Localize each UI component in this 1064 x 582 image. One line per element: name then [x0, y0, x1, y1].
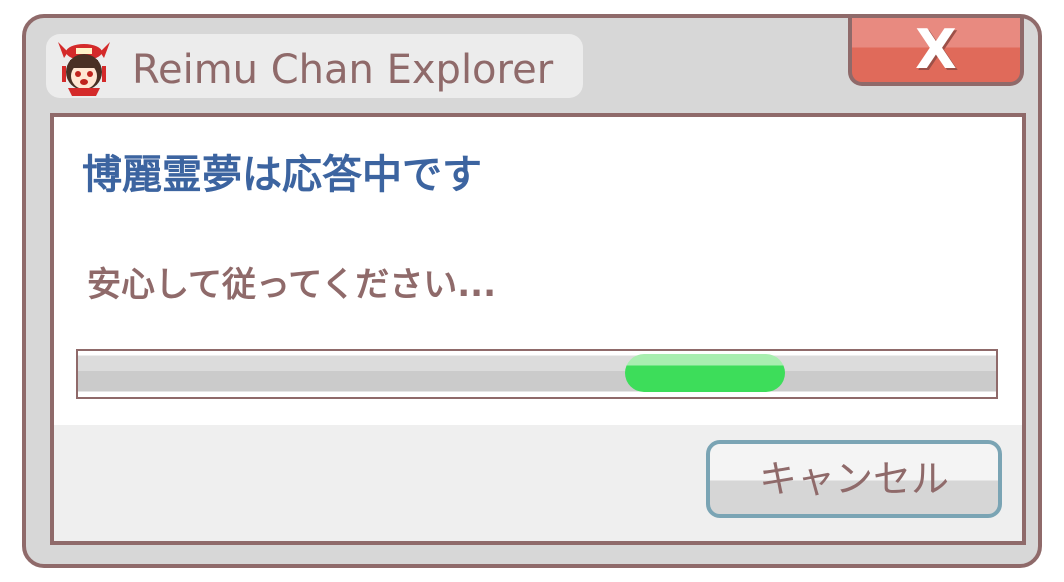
button-area: キャンセル: [54, 425, 1022, 541]
dialog-window: Reimu Chan Explorer X 博麗霊夢は応答中です 安心して従って…: [22, 14, 1042, 568]
cancel-button[interactable]: キャンセル: [706, 440, 1002, 518]
status-heading: 博麗霊夢は応答中です: [82, 152, 482, 198]
progress-bar: [625, 354, 785, 392]
window-title: Reimu Chan Explorer: [132, 47, 554, 93]
close-icon: X: [915, 18, 957, 81]
content-panel: 博麗霊夢は応答中です 安心して従ってください... キャンセル: [50, 113, 1026, 545]
reimu-avatar-icon: [58, 42, 110, 96]
cancel-button-label: キャンセル: [758, 457, 949, 501]
status-message: 安心して従ってください...: [87, 265, 497, 305]
progress-track: [76, 349, 998, 399]
close-button[interactable]: X: [848, 18, 1024, 86]
